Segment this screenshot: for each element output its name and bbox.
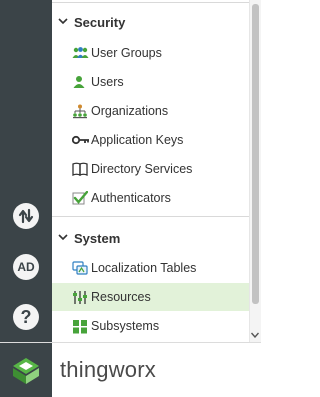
navigation-panel: Security User Groups Users Organizations… [52,0,261,342]
nav-item-label: Authenticators [91,191,171,205]
brand-name: thingworx [60,357,156,382]
subsystems-icon [72,318,90,334]
scrollbar-thumb[interactable] [252,4,259,304]
nav-item-label: Users [91,75,124,89]
users-icon [72,74,90,90]
nav-item-label: Application Keys [91,133,184,147]
nav-item-subsystems[interactable]: Subsystems [52,312,249,340]
chevron-down-icon [58,233,72,244]
nav-item-label: Localization Tables [91,261,197,275]
nav-item-localization-tables[interactable]: Localization Tables [52,254,249,282]
active-directory-label: AD [17,260,35,274]
nav-item-resources[interactable]: Resources [52,283,249,311]
nav-item-label: Directory Services [91,162,193,176]
nav-item-user-groups[interactable]: User Groups [52,39,249,67]
thingworx-logo [0,343,52,397]
nav-item-organizations[interactable]: Organizations [52,97,249,125]
nav-item-application-keys[interactable]: Application Keys [52,126,249,154]
localization-icon [72,260,90,276]
key-icon [72,132,90,148]
organizations-icon [72,103,90,119]
sync-icon[interactable] [13,203,39,229]
scroll-down-icon[interactable] [250,332,260,340]
nav-item-authenticators[interactable]: Authenticators [52,184,249,212]
nav-item-directory-services[interactable]: Directory Services [52,155,249,183]
chevron-down-icon [58,17,72,28]
section-header-system[interactable]: System [52,227,249,249]
sliders-icon [72,289,90,305]
top-divider [52,2,249,3]
active-directory-button[interactable]: AD [13,254,39,280]
section-title: System [74,230,121,246]
help-button[interactable]: ? [13,304,39,330]
section-divider [52,216,261,217]
help-icon: ? [20,306,32,327]
nav-item-label: User Groups [91,46,162,60]
nav-item-label: Subsystems [91,319,160,333]
book-icon [72,161,90,177]
section-title: Security [74,14,126,30]
user-groups-icon [72,45,90,61]
nav-item-label: Resources [91,290,151,304]
nav-item-label: Organizations [91,104,169,118]
checkmark-icon [72,190,90,206]
nav-item-users[interactable]: Users [52,68,249,96]
section-header-security[interactable]: Security [52,11,249,33]
brand-bar: thingworx [0,342,261,397]
left-rail: AD ? [0,0,52,342]
vertical-scrollbar[interactable] [249,0,261,342]
